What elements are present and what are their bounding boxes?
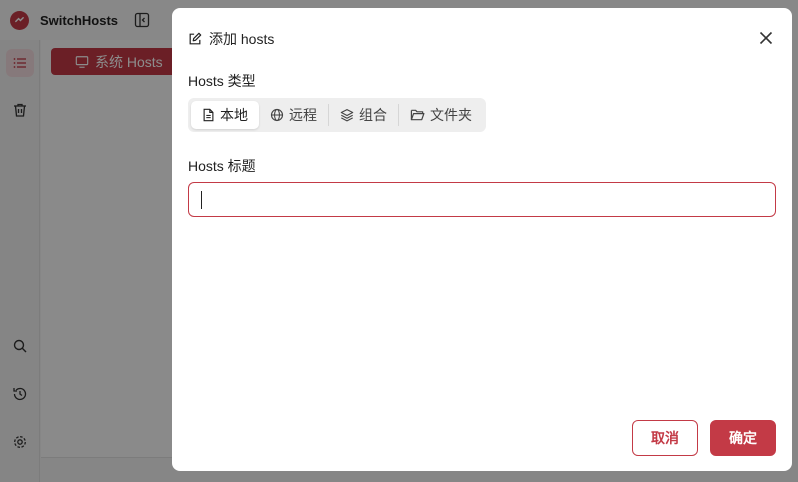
file-icon (203, 108, 214, 122)
text-caret (201, 191, 202, 209)
edit-icon (189, 32, 202, 45)
type-option-folder[interactable]: 文件夹 (399, 101, 483, 129)
add-hosts-dialog: 添加 hosts Hosts 类型 本地 远程 组合 文件夹 Hosts 标题 … (172, 8, 792, 471)
type-option-remote[interactable]: 远程 (259, 101, 328, 129)
confirm-button[interactable]: 确定 (710, 420, 776, 456)
type-option-group[interactable]: 组合 (329, 101, 398, 129)
hosts-title-label: Hosts 标题 (188, 158, 256, 174)
close-button[interactable] (756, 28, 776, 48)
type-option-group-label: 组合 (359, 107, 387, 123)
globe-icon (270, 108, 284, 122)
hosts-type-label: Hosts 类型 (188, 73, 256, 89)
type-option-remote-label: 远程 (289, 107, 317, 123)
dialog-header: 添加 hosts (188, 29, 274, 49)
type-option-local-label: 本地 (220, 107, 248, 123)
hosts-title-input[interactable] (188, 182, 776, 217)
close-icon (759, 31, 773, 45)
layers-icon (340, 109, 354, 122)
hosts-type-selector: 本地 远程 组合 文件夹 (188, 98, 486, 132)
cancel-button[interactable]: 取消 (632, 420, 698, 456)
folder-icon (410, 109, 425, 121)
type-option-local[interactable]: 本地 (191, 101, 259, 129)
type-option-folder-label: 文件夹 (430, 107, 472, 123)
dialog-title: 添加 hosts (209, 31, 275, 47)
